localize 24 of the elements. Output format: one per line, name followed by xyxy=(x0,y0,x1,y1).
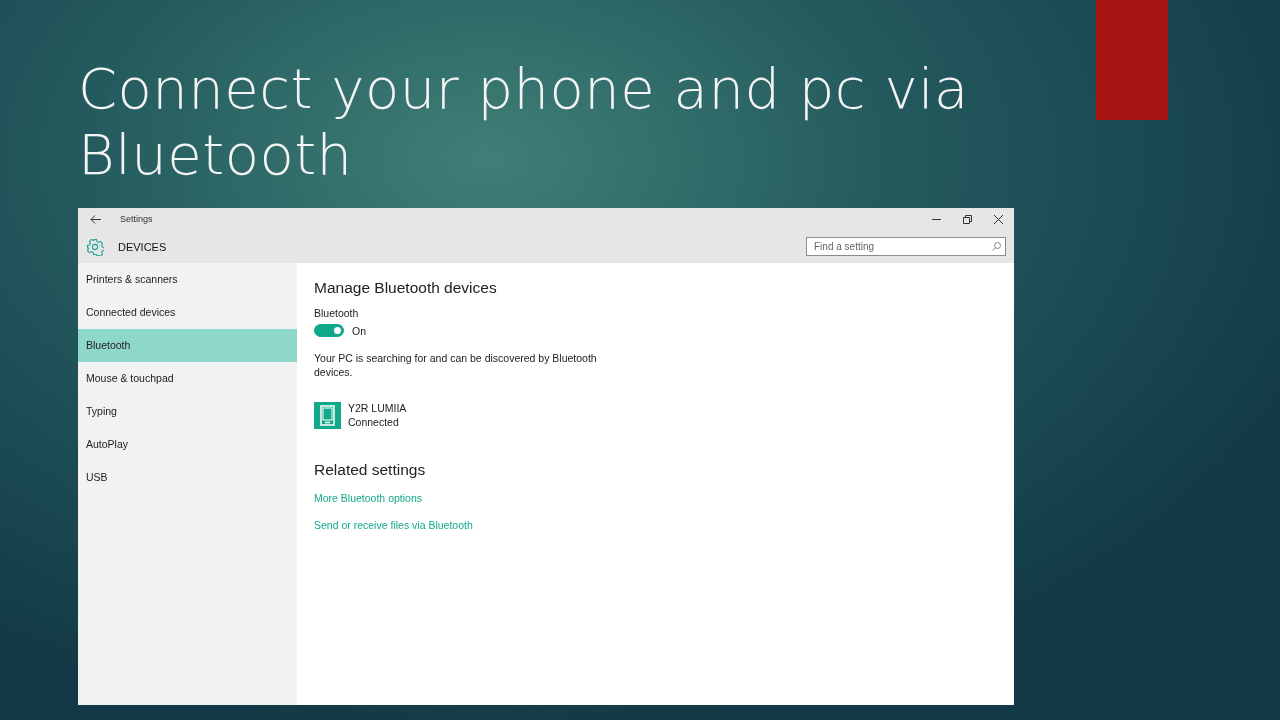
description-text: Your PC is searching for and can be discovered by Bluetooth devices. xyxy=(314,351,598,379)
sidebar-item[interactable]: Connected devices xyxy=(78,296,297,329)
window-title: Settings xyxy=(120,214,153,224)
toggle-label: Bluetooth xyxy=(314,307,359,319)
phone-icon xyxy=(314,401,341,429)
close-icon[interactable] xyxy=(994,214,1003,224)
section-title: DEVICES xyxy=(118,240,167,253)
search-icon xyxy=(992,242,1001,251)
toggle-switch[interactable] xyxy=(314,324,344,337)
sidebar-item[interactable]: Typing xyxy=(78,395,297,428)
toggle-state: On xyxy=(352,324,366,337)
slide-title: Connect your phone and pc via Bluetooth xyxy=(78,56,970,188)
sidebar-item[interactable]: Bluetooth xyxy=(78,329,297,362)
sidebar-item[interactable]: USB xyxy=(78,461,297,494)
back-arrow-icon[interactable] xyxy=(90,214,101,224)
sidebar-item[interactable]: Printers & scanners xyxy=(78,263,297,296)
section-heading: Manage Bluetooth devices xyxy=(314,279,497,297)
sidebar-item[interactable]: AutoPlay xyxy=(78,428,297,461)
sidebar-item[interactable]: Mouse & touchpad xyxy=(78,362,297,395)
section-heading: Related settings xyxy=(314,461,426,479)
gear-icon xyxy=(86,237,104,256)
restore-icon[interactable] xyxy=(963,214,972,224)
search-field[interactable]: Find a setting xyxy=(806,237,1006,256)
device-item[interactable]: Y2R LUMIIA Connected xyxy=(314,401,407,429)
